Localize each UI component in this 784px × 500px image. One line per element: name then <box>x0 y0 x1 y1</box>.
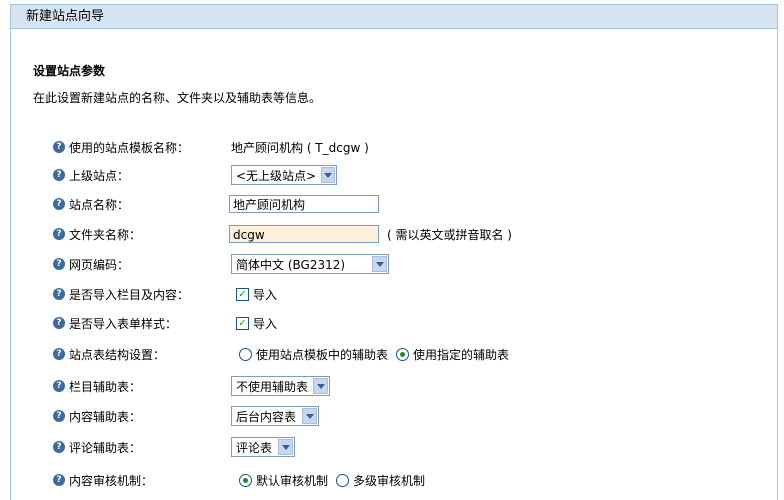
template-name-value: 地产顾问机构 ( T_dcgw ) <box>231 140 369 155</box>
help-icon[interactable]: ? <box>53 141 65 153</box>
field-label-table-structure: ? 站点表结构设置： <box>53 343 165 365</box>
review-radio-default[interactable] <box>239 473 252 487</box>
help-icon[interactable]: ? <box>53 348 65 360</box>
wizard-title: 新建站点向导 <box>26 9 105 24</box>
help-icon[interactable]: ? <box>53 169 65 181</box>
folder-name-input[interactable]: dcgw <box>229 225 379 243</box>
chevron-down-icon[interactable] <box>372 256 387 272</box>
section-title: 设置站点参数 <box>33 64 106 78</box>
import-channels-option: 导入 <box>253 287 278 302</box>
table-structure-option-template: 使用站点模板中的辅助表 <box>256 347 389 362</box>
help-icon[interactable]: ? <box>53 410 65 422</box>
field-label-encoding: ? 网页编码： <box>53 253 129 275</box>
table-structure-option-specified: 使用指定的辅助表 <box>413 347 510 362</box>
comment-aux-select[interactable]: 评论表 <box>231 437 295 457</box>
chevron-down-icon[interactable] <box>302 408 317 424</box>
review-option-default: 默认审核机制 <box>256 473 329 488</box>
section-description: 在此设置新建站点的名称、文件夹以及辅助表等信息。 <box>33 91 322 105</box>
field-label-comment-aux: ? 评论辅助表： <box>53 436 141 458</box>
review-radio-multilevel[interactable] <box>336 473 350 487</box>
help-icon[interactable]: ? <box>53 258 65 270</box>
help-icon[interactable]: ? <box>53 441 65 453</box>
import-channels-checkbox[interactable]: ✓ <box>236 287 249 301</box>
help-icon[interactable]: ? <box>53 474 65 486</box>
field-label-parent-site: ? 上级站点： <box>53 164 129 186</box>
field-label-folder-name: ? 文件夹名称： <box>53 223 141 245</box>
help-icon[interactable]: ? <box>53 198 65 210</box>
chevron-down-icon[interactable] <box>278 439 293 455</box>
table-structure-radio-template[interactable] <box>239 347 252 361</box>
encoding-select[interactable]: 简体中文 (BG2312) <box>231 254 389 274</box>
import-forms-checkbox[interactable]: ✓ <box>236 316 249 330</box>
import-forms-option: 导入 <box>253 316 278 331</box>
chevron-down-icon[interactable] <box>313 378 328 394</box>
parent-site-select[interactable]: <无上级站点> <box>231 165 337 185</box>
folder-name-hint: ( 需以英文或拼音取名 ) <box>387 227 512 242</box>
help-icon[interactable]: ? <box>53 228 65 240</box>
field-label-import-channels: ? 是否导入栏目及内容： <box>53 283 189 305</box>
field-label-channel-aux: ? 栏目辅助表： <box>53 375 141 397</box>
field-label-content-aux: ? 内容辅助表： <box>53 405 141 427</box>
chevron-down-icon[interactable] <box>321 167 335 183</box>
help-icon[interactable]: ? <box>53 288 65 300</box>
site-name-input[interactable]: 地产顾问机构 <box>229 195 379 213</box>
field-label-template-name: ? 使用的站点模板名称： <box>53 136 189 158</box>
field-label-import-forms: ? 是否导入表单样式： <box>53 312 177 334</box>
help-icon[interactable]: ? <box>53 317 65 329</box>
table-structure-radio-specified[interactable] <box>396 347 410 361</box>
field-label-review: ? 内容审核机制： <box>53 469 153 491</box>
field-label-site-name: ? 站点名称： <box>53 193 129 215</box>
wizard-header: 新建站点向导 <box>11 5 777 29</box>
content-aux-select[interactable]: 后台内容表 <box>231 406 319 426</box>
help-icon[interactable]: ? <box>53 380 65 392</box>
channel-aux-select[interactable]: 不使用辅助表 <box>231 376 330 396</box>
review-option-multilevel: 多级审核机制 <box>353 473 426 488</box>
